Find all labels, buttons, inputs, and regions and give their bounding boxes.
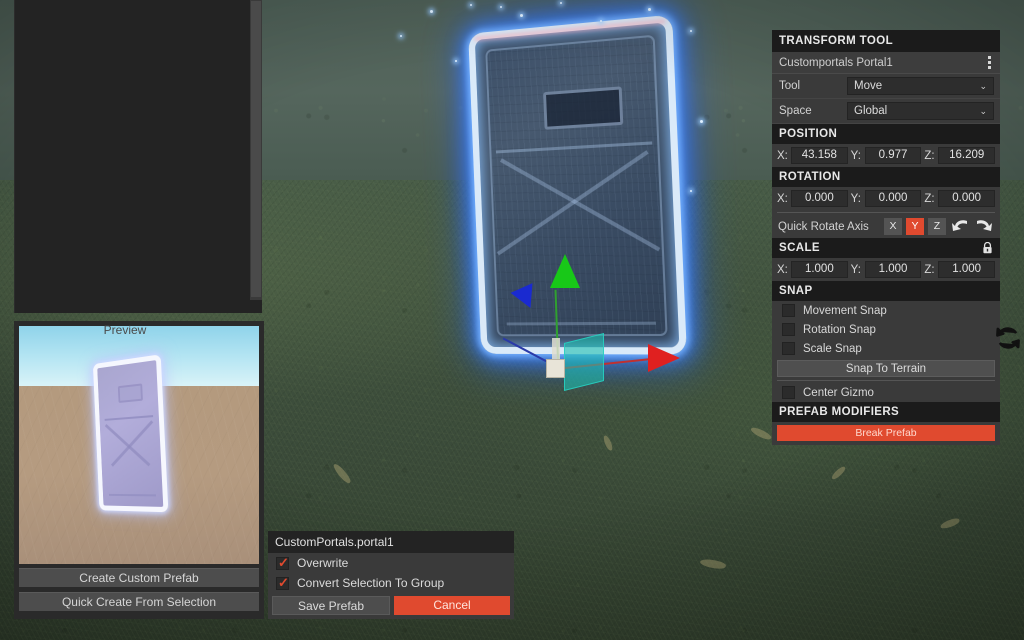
- position-title: POSITION: [779, 128, 838, 140]
- preview-render-surface[interactable]: [19, 326, 259, 564]
- center-gizmo-checkbox[interactable]: [782, 386, 795, 399]
- rotate-clockwise-icon[interactable]: [974, 218, 994, 235]
- scale-snap-checkbox[interactable]: [782, 342, 795, 355]
- create-custom-prefab-button[interactable]: Create Custom Prefab: [19, 568, 259, 587]
- tool-value: Move: [854, 80, 883, 92]
- space-row: Space Global ⌄: [772, 99, 1000, 124]
- preview-portal-frame: [92, 354, 169, 513]
- scrollbar-corner: [250, 300, 262, 313]
- overwrite-label: Overwrite: [297, 556, 349, 570]
- selected-object-row[interactable]: Customportals Portal1: [772, 52, 1000, 74]
- scale-title: SCALE: [779, 242, 820, 254]
- rotation-y-input[interactable]: 0.000: [864, 190, 922, 207]
- rotation-snap-label: Rotation Snap: [803, 323, 876, 336]
- rotation-y-label: Y:: [850, 192, 861, 205]
- preview-door-window: [118, 383, 144, 403]
- scale-section-header: SCALE: [772, 238, 1000, 258]
- entity-list-scrollbar[interactable]: [250, 0, 262, 313]
- scale-x-label: X:: [777, 263, 788, 276]
- position-fields: X: 43.158 Y: 0.977 Z: 16.209: [772, 144, 1000, 167]
- divider: [777, 212, 995, 213]
- overwrite-checkbox[interactable]: [276, 555, 289, 571]
- rotation-z-label: Z:: [924, 192, 935, 205]
- scale-snap-row[interactable]: Scale Snap: [772, 339, 1000, 358]
- rotate-counterclockwise-icon[interactable]: [950, 218, 970, 235]
- position-z-input[interactable]: 16.209: [938, 147, 996, 164]
- tool-label: Tool: [779, 80, 801, 92]
- break-prefab-button[interactable]: Break Prefab: [777, 425, 995, 441]
- space-select[interactable]: Global ⌄: [847, 102, 994, 120]
- prefab-modifiers-title: PREFAB MODIFIERS: [779, 406, 900, 418]
- preview-door-base: [108, 493, 157, 497]
- movement-snap-row[interactable]: Movement Snap: [772, 301, 1000, 320]
- movement-snap-checkbox[interactable]: [782, 304, 795, 317]
- scale-z-label: Z:: [924, 263, 935, 276]
- preview-door-band: [104, 414, 153, 421]
- convert-selection-label: Convert Selection To Group: [297, 576, 445, 590]
- snap-to-terrain-button[interactable]: Snap To Terrain: [777, 360, 995, 377]
- rotation-fields: X: 0.000 Y: 0.000 Z: 0.000: [772, 187, 1000, 210]
- refresh-icon[interactable]: [995, 325, 1021, 351]
- rotation-snap-row[interactable]: Rotation Snap: [772, 320, 1000, 339]
- rotation-section-header: ROTATION: [772, 167, 1000, 187]
- movement-snap-label: Movement Snap: [803, 304, 887, 317]
- quick-rotate-axis-z[interactable]: Z: [928, 218, 946, 235]
- space-value: Global: [854, 105, 888, 117]
- lock-closed-icon[interactable]: [982, 241, 993, 254]
- transform-tool-panel: TRANSFORM TOOL Customportals Portal1 Too…: [772, 30, 1000, 445]
- preview-door-panel: [102, 366, 159, 502]
- convert-selection-row[interactable]: Convert Selection To Group: [268, 573, 514, 593]
- divider: [777, 380, 995, 381]
- center-gizmo-label: Center Gizmo: [803, 386, 874, 399]
- prefab-modifiers-header: PREFAB MODIFIERS: [772, 402, 1000, 422]
- position-y-input[interactable]: 0.977: [864, 147, 922, 164]
- chevron-down-icon: ⌄: [979, 81, 987, 91]
- rotation-snap-checkbox[interactable]: [782, 323, 795, 336]
- rotation-x-input[interactable]: 0.000: [791, 190, 848, 207]
- save-prefab-dialog: CustomPortals.portal1 Overwrite Convert …: [268, 531, 514, 619]
- quick-rotate-row: Quick Rotate Axis X Y Z: [772, 215, 1000, 238]
- transform-tool-title: TRANSFORM TOOL: [779, 35, 893, 47]
- scale-fields: X: 1.000 Y: 1.000 Z: 1.000: [772, 258, 1000, 281]
- rotation-title: ROTATION: [779, 171, 841, 183]
- scale-snap-label: Scale Snap: [803, 342, 862, 355]
- position-x-label: X:: [777, 149, 788, 162]
- rotation-x-label: X:: [777, 192, 788, 205]
- save-prefab-button[interactable]: Save Prefab: [272, 596, 390, 615]
- overwrite-row[interactable]: Overwrite: [268, 553, 514, 573]
- preview-door-brace: [111, 420, 153, 467]
- quick-rotate-label: Quick Rotate Axis: [778, 220, 869, 233]
- convert-selection-checkbox[interactable]: [276, 575, 289, 591]
- scale-z-input[interactable]: 1.000: [938, 261, 996, 278]
- scale-y-input[interactable]: 1.000: [864, 261, 922, 278]
- snap-title: SNAP: [779, 285, 813, 297]
- app-screen: Preview Create Custom Prefab Quick Creat…: [0, 0, 1024, 640]
- tool-select[interactable]: Move ⌄: [847, 77, 994, 95]
- position-z-label: Z:: [924, 149, 935, 162]
- preview-portal-object: [92, 354, 169, 513]
- cancel-button[interactable]: Cancel: [394, 596, 510, 615]
- position-x-input[interactable]: 43.158: [791, 147, 848, 164]
- quick-rotate-axis-x[interactable]: X: [884, 218, 902, 235]
- position-section-header: POSITION: [772, 124, 1000, 144]
- chevron-down-icon: ⌄: [979, 106, 987, 116]
- dialog-actions: Save Prefab Cancel: [268, 593, 514, 619]
- scale-x-input[interactable]: 1.000: [791, 261, 848, 278]
- rotation-z-input[interactable]: 0.000: [938, 190, 996, 207]
- snap-section-header: SNAP: [772, 281, 1000, 301]
- tool-row: Tool Move ⌄: [772, 74, 1000, 99]
- entity-list-panel[interactable]: [14, 0, 250, 313]
- scale-y-label: Y:: [850, 263, 861, 276]
- prefab-name-input[interactable]: CustomPortals.portal1: [268, 531, 514, 553]
- quick-create-from-selection-button[interactable]: Quick Create From Selection: [19, 592, 259, 611]
- selected-object-name: Customportals Portal1: [779, 56, 893, 69]
- position-y-label: Y:: [850, 149, 861, 162]
- center-gizmo-row[interactable]: Center Gizmo: [772, 383, 1000, 402]
- quick-rotate-axis-y[interactable]: Y: [906, 218, 924, 235]
- more-options-icon[interactable]: [985, 56, 994, 69]
- transform-tool-header: TRANSFORM TOOL: [772, 30, 1000, 52]
- scrollbar-thumb[interactable]: [251, 1, 261, 297]
- space-label: Space: [779, 105, 812, 117]
